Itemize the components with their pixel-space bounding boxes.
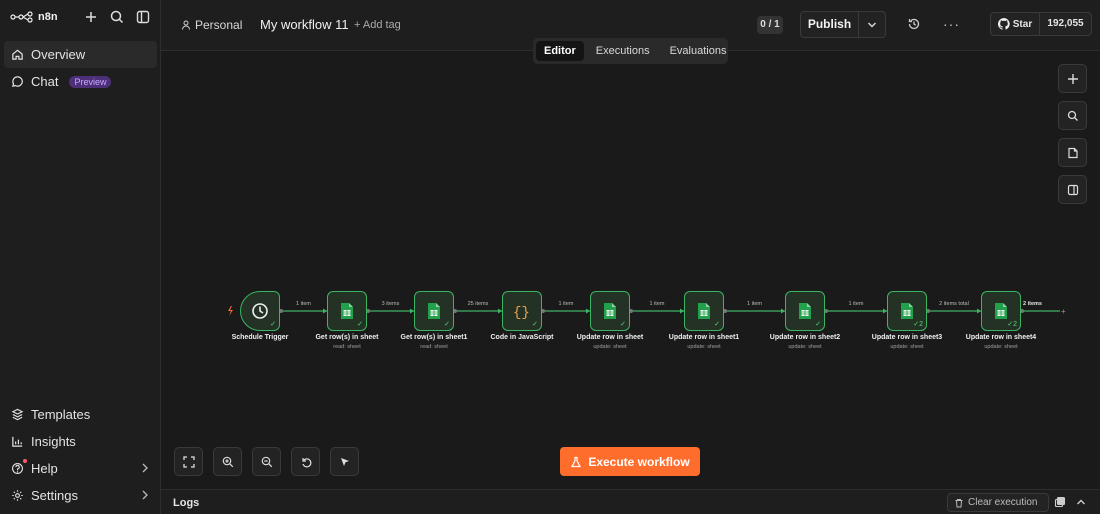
zoom-in-button[interactable] <box>213 447 242 476</box>
zoom-in-icon <box>222 456 233 467</box>
connection-item-count: 2 items <box>1023 301 1042 307</box>
tidy-up-button[interactable] <box>330 447 359 476</box>
node-subtitle: update: sheet <box>984 344 1018 350</box>
node-name: Update row in sheet4 <box>965 334 1037 341</box>
cursor-wand-icon <box>340 457 349 466</box>
zoom-out-icon <box>261 456 272 467</box>
search-nodes-button[interactable] <box>1058 101 1087 130</box>
clear-execution-label: Clear execution <box>968 497 1038 508</box>
connection-item-count: 1 item <box>558 301 574 307</box>
node-name: Update row in sheet1 <box>668 334 740 341</box>
connection-item-count: 1 item <box>296 301 311 307</box>
node-subtitle: update: sheet <box>890 344 924 350</box>
clock-icon <box>252 303 268 319</box>
svg-text:{}: {} <box>513 305 530 319</box>
success-check-icon: ✓ <box>444 321 450 328</box>
trigger-bolt-icon <box>228 306 233 316</box>
chevron-up-icon[interactable] <box>1075 496 1087 508</box>
zoom-out-button[interactable] <box>252 447 281 476</box>
workflow-node-sheet[interactable]: ✓ <box>590 291 630 331</box>
success-check-icon: ✓ <box>357 321 363 328</box>
trash-icon <box>955 498 963 507</box>
node-subtitle: update: sheet <box>593 344 627 350</box>
workflow-node-sheet[interactable]: ✓2 <box>887 291 927 331</box>
logs-panel: Logs Clear execution <box>161 489 1100 514</box>
fit-view-button[interactable] <box>174 447 203 476</box>
code-braces-icon: {} <box>513 305 530 319</box>
undo-icon <box>301 457 311 467</box>
flask-icon <box>571 456 582 467</box>
google-sheets-icon <box>799 303 811 319</box>
clear-execution-button[interactable]: Clear execution <box>947 493 1049 512</box>
plus-icon <box>1067 73 1078 84</box>
workflow-graph: + 1 item 3 items 25 items 1 item 1 item 1 ite… <box>0 0 1100 514</box>
fit-view-icon <box>182 455 195 468</box>
success-check-icon: ✓ <box>270 321 276 328</box>
node-subtitle: update: sheet <box>788 344 822 350</box>
success-check-icon: ✓ <box>815 321 821 328</box>
success-check-icon: ✓ <box>714 321 720 328</box>
sticky-note-button[interactable] <box>1058 138 1087 167</box>
execute-workflow-label: Execute workflow <box>588 454 690 469</box>
node-name: Update row in sheet2 <box>769 334 841 341</box>
google-sheets-icon <box>698 303 710 319</box>
node-name: Code in JavaScript <box>490 334 554 341</box>
workflow-node-sheet[interactable]: ✓ <box>414 291 454 331</box>
connection-item-count: 3 items <box>381 301 400 307</box>
connection-item-count: 2 items total <box>939 301 969 307</box>
execute-workflow-button[interactable]: Execute workflow <box>560 447 700 476</box>
node-subtitle: update: sheet <box>687 344 721 350</box>
canvas-right-toolbar <box>1058 64 1087 204</box>
workflow-node-sheet[interactable]: ✓ <box>684 291 724 331</box>
add-node-button[interactable] <box>1058 64 1087 93</box>
add-next-node-icon[interactable]: + <box>1061 307 1066 316</box>
node-name: Update row in sheet <box>576 334 644 341</box>
google-sheets-icon <box>604 303 616 319</box>
success-check-icon: ✓ <box>532 321 538 328</box>
search-icon <box>1067 110 1078 121</box>
google-sheets-icon <box>428 303 440 319</box>
google-sheets-icon <box>995 303 1007 319</box>
workflow-node-code[interactable]: {} ✓ <box>502 291 542 331</box>
canvas-bottom-toolbar <box>174 447 359 476</box>
connection-item-count: 1 item <box>649 301 665 307</box>
workflow-node-trigger[interactable]: ✓ <box>240 291 280 331</box>
success-check-icon: ✓2 <box>913 321 923 328</box>
success-check-icon: ✓2 <box>1007 321 1017 328</box>
workflow-node-sheet[interactable]: ✓ <box>785 291 825 331</box>
node-name: Get row(s) in sheet1 <box>400 334 468 341</box>
connection-item-count: 1 item <box>848 301 864 307</box>
google-sheets-icon <box>901 303 913 319</box>
run-count: 2 <box>919 321 923 328</box>
sticky-note-icon <box>1067 147 1078 158</box>
google-sheets-icon <box>341 303 353 319</box>
success-check-icon: ✓ <box>620 321 626 328</box>
node-name: Get row(s) in sheet <box>315 334 379 341</box>
connection-item-count: 25 items <box>467 301 489 307</box>
node-name: Update row in sheet3 <box>871 334 943 341</box>
panel-toggle-button[interactable] <box>1058 175 1087 204</box>
workflow-node-sheet[interactable]: ✓2 <box>981 291 1021 331</box>
undo-button[interactable] <box>291 447 320 476</box>
connections-layer: + <box>228 306 1066 316</box>
pop-out-icon[interactable] <box>1054 496 1066 508</box>
node-subtitle: read: sheet <box>420 344 448 350</box>
workflow-node-sheet[interactable]: ✓ <box>327 291 367 331</box>
logs-title[interactable]: Logs <box>173 497 199 509</box>
panel-icon <box>1067 184 1078 195</box>
node-subtitle: read: sheet <box>333 344 361 350</box>
node-name: Schedule Trigger <box>231 334 289 341</box>
app-root: n8n Overview Chat Preview Templates Insi… <box>0 0 1100 514</box>
connection-item-count: 1 item <box>747 301 762 307</box>
run-count: 2 <box>1013 321 1017 328</box>
